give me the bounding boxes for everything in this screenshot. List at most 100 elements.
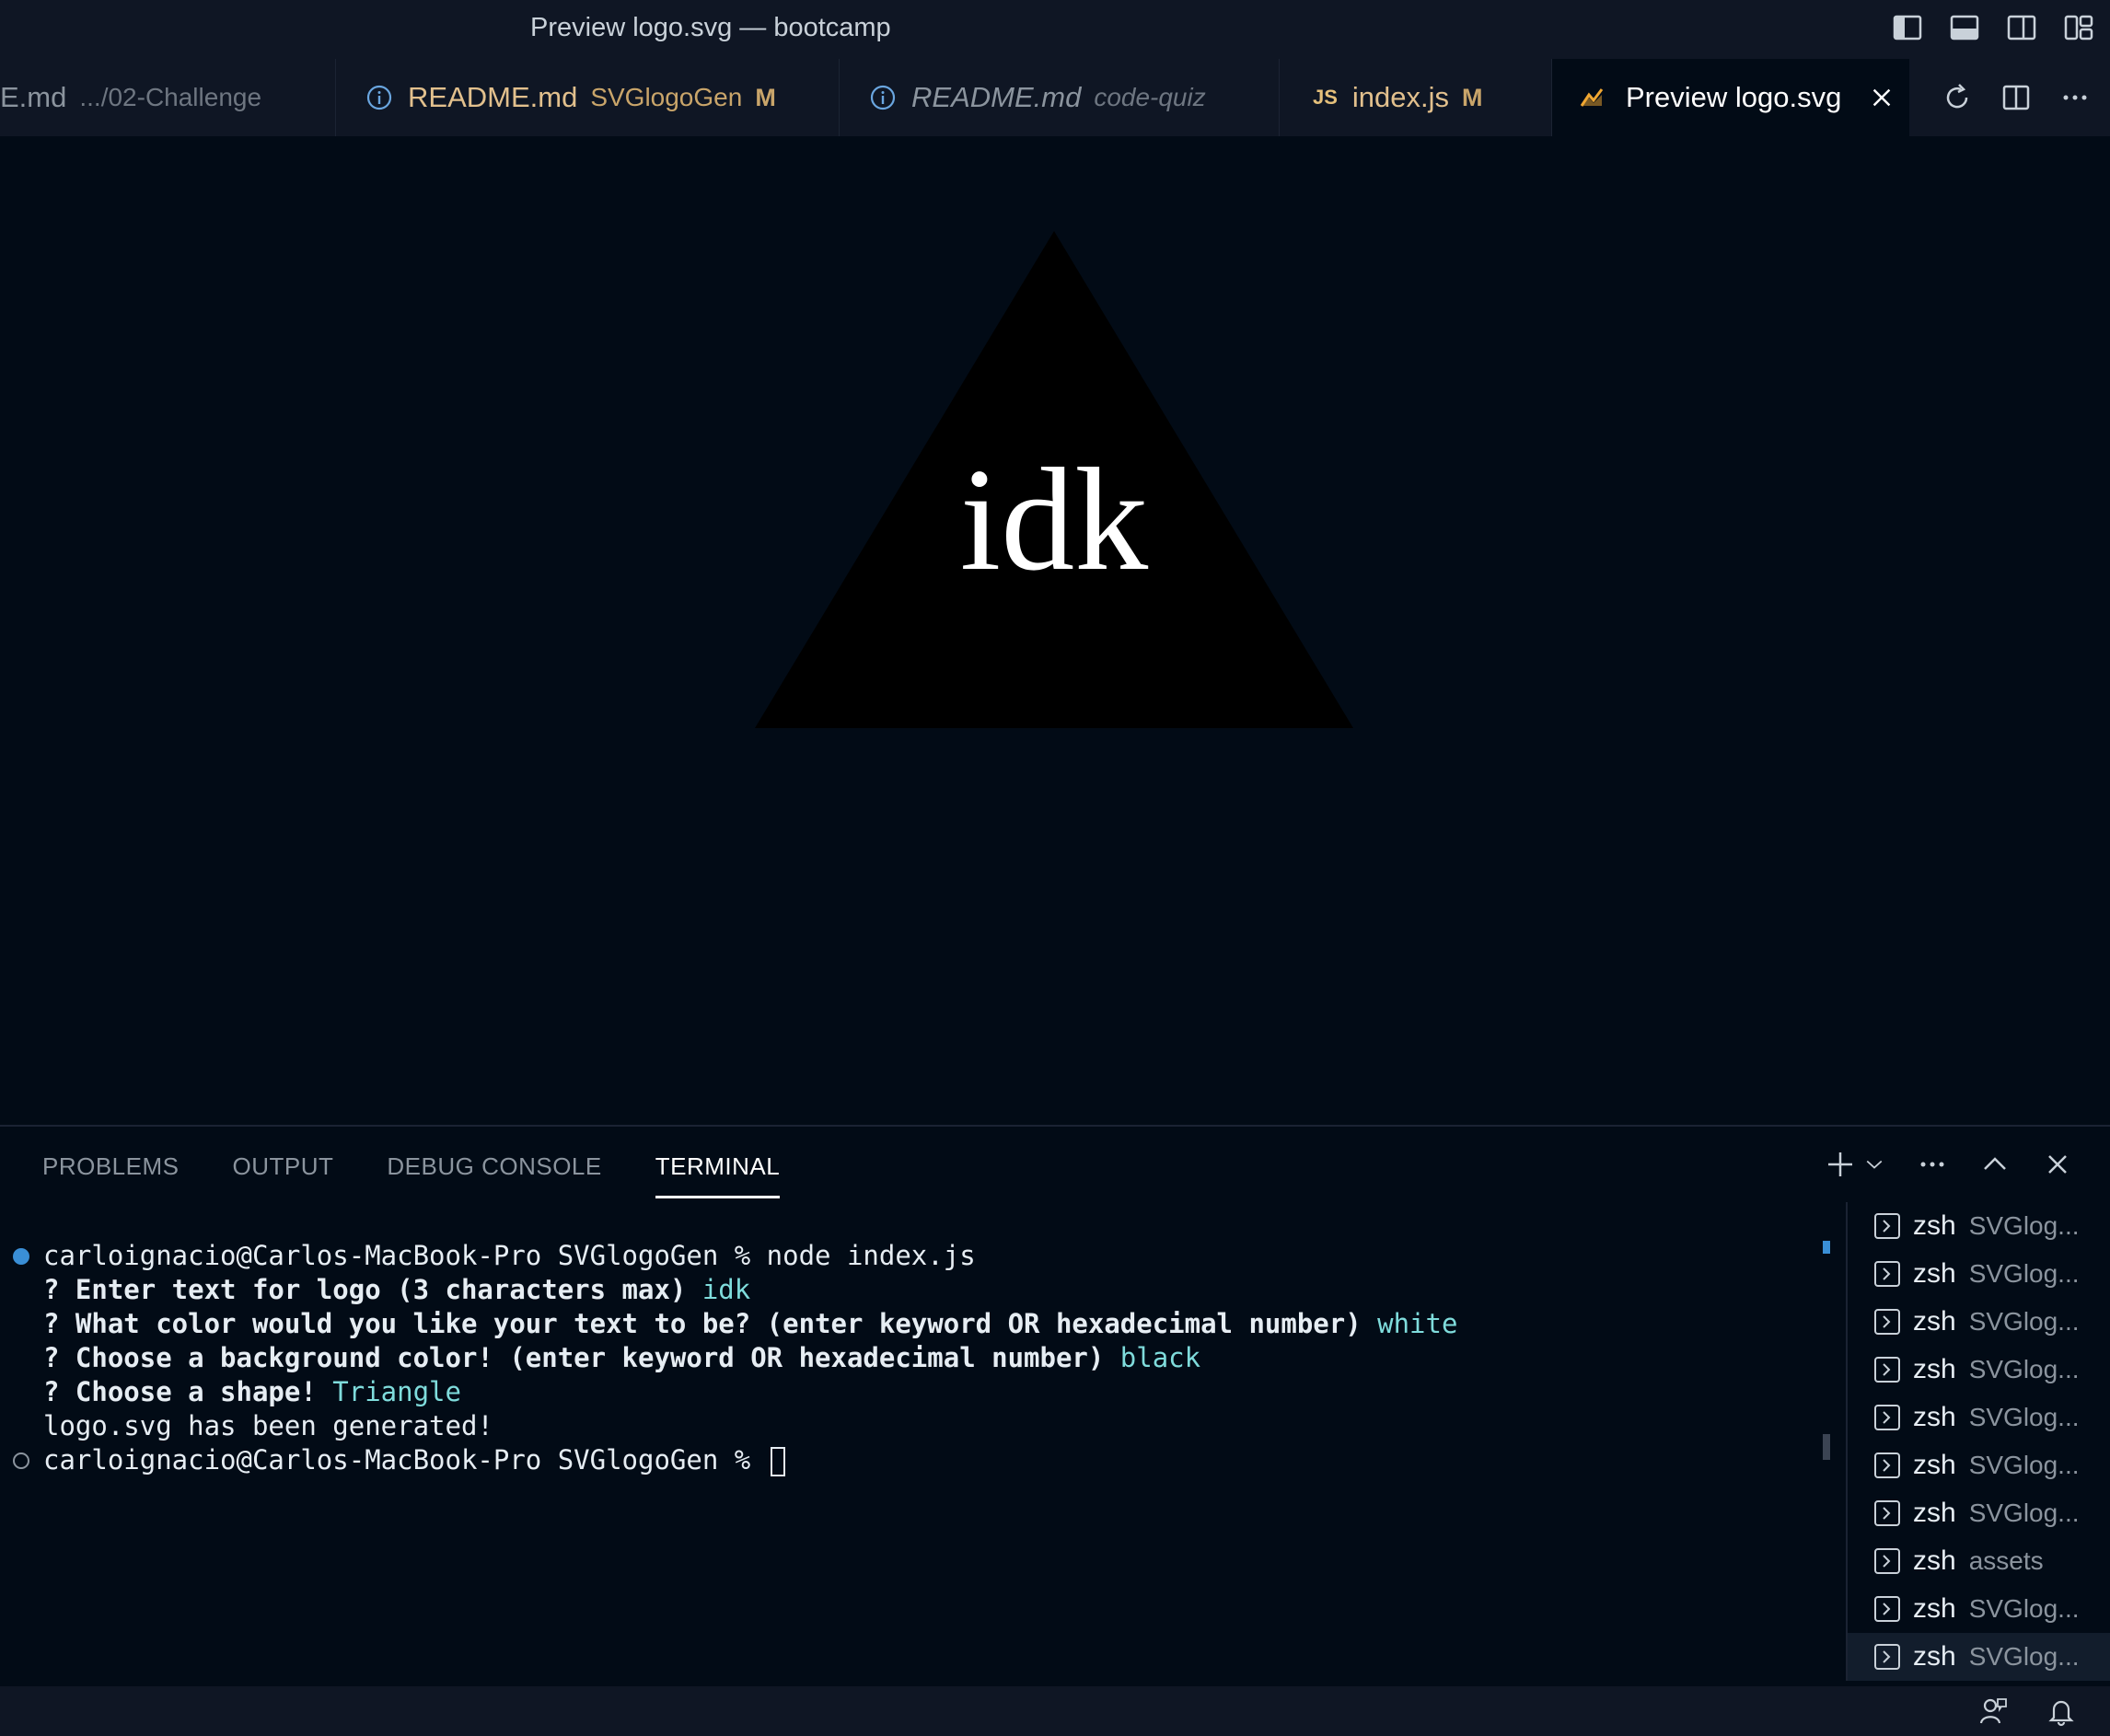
terminal-tab-item[interactable]: zsh SVGlog... — [1848, 1346, 2110, 1394]
feedback-icon[interactable] — [1977, 1695, 2009, 1727]
panel-tabs: PROBLEMS OUTPUT DEBUG CONSOLE TERMINAL — [42, 1152, 781, 1198]
tab-readme-svglogogen[interactable]: README.md SVGlogoGen M — [336, 59, 840, 136]
tab-description: .../02-Challenge — [79, 83, 262, 111]
tab-index-js[interactable]: JS index.js M — [1280, 59, 1552, 136]
vscode-window: Preview logo.svg — bootcamp E.md .../02-… — [0, 0, 2110, 1736]
tab-readme-code-quiz[interactable]: README.md code-quiz — [840, 59, 1280, 136]
refresh-icon[interactable] — [1941, 81, 1974, 114]
notifications-bell-icon[interactable] — [2046, 1695, 2077, 1727]
split-editor-icon[interactable] — [2000, 81, 2033, 114]
terminal-tab-item[interactable]: zsh SVGlog... — [1848, 1585, 2110, 1633]
terminal-cursor — [770, 1447, 785, 1476]
terminal-cwd: SVGlog... — [1968, 1259, 2080, 1288]
new-terminal-icon[interactable] — [1825, 1149, 1856, 1180]
tab-terminal[interactable]: TERMINAL — [655, 1152, 781, 1198]
window-title: Preview logo.svg — bootcamp — [530, 13, 891, 42]
js-icon: JS — [1313, 86, 1338, 109]
tab-label: Preview logo.svg — [1626, 81, 1842, 113]
close-icon[interactable] — [1869, 85, 1895, 110]
toggle-secondary-sidebar-icon[interactable] — [2005, 11, 2038, 44]
scrollbar-marker — [1823, 1241, 1830, 1254]
editor-tabs: E.md .../02-Challenge README.md SVGlogoG… — [0, 59, 2110, 136]
terminal-tab-item[interactable]: zsh assets — [1848, 1537, 2110, 1585]
status-bar-icons — [1977, 1695, 2077, 1727]
terminal-icon — [1874, 1596, 1900, 1622]
terminal-cwd: SVGlog... — [1968, 1403, 2080, 1431]
more-actions-icon[interactable] — [2058, 81, 2092, 114]
terminal-tab-item-active[interactable]: zsh SVGlog... — [1848, 1633, 2110, 1681]
terminal-name: zsh — [1913, 1258, 1956, 1289]
prompt-question: ? Choose a shape! — [43, 1376, 333, 1407]
tab-label: README.md — [911, 81, 1082, 113]
prompt-question: ? Enter text for logo (3 characters max) — [43, 1274, 702, 1305]
terminal-line: carloignacio@Carlos-MacBook-Pro SVGlogoG… — [43, 1240, 976, 1271]
terminal-icon — [1874, 1500, 1900, 1526]
terminal-line: ? Choose a background color! (enter keyw… — [43, 1342, 1200, 1373]
terminal-tab-item[interactable]: zsh SVGlog... — [1848, 1250, 2110, 1298]
layout-controls — [1891, 11, 2095, 44]
title-bar: Preview logo.svg — bootcamp — [0, 0, 2110, 59]
terminal-tab-item[interactable]: zsh SVGlog... — [1848, 1202, 2110, 1250]
command-status-pending-icon — [13, 1452, 29, 1469]
logo-text: idk — [960, 437, 1148, 601]
tab-preview-logo[interactable]: Preview logo.svg — [1552, 59, 1909, 136]
terminal-tab-item[interactable]: zsh SVGlog... — [1848, 1441, 2110, 1489]
terminal-cwd: SVGlog... — [1968, 1211, 2080, 1240]
status-bar — [0, 1686, 2110, 1736]
terminal-line: carloignacio@Carlos-MacBook-Pro SVGlogoG… — [43, 1444, 785, 1476]
terminal-tab-item[interactable]: zsh SVGlog... — [1848, 1298, 2110, 1346]
terminal-name: zsh — [1913, 1498, 1956, 1528]
terminal-line: logo.svg has been generated! — [43, 1410, 493, 1441]
more-actions-icon[interactable] — [1917, 1149, 1948, 1180]
terminal-cwd: SVGlog... — [1968, 1594, 2080, 1623]
tab-problems[interactable]: PROBLEMS — [42, 1152, 180, 1198]
bottom-panel: PROBLEMS OUTPUT DEBUG CONSOLE TERMINAL c… — [0, 1125, 2110, 1686]
editor-actions — [1941, 59, 2092, 136]
terminal-name: zsh — [1913, 1593, 1956, 1624]
terminal-output[interactable]: carloignacio@Carlos-MacBook-Pro SVGlogoG… — [0, 1209, 1841, 1670]
scrollbar-thumb[interactable] — [1823, 1434, 1830, 1460]
terminal-icon — [1874, 1357, 1900, 1383]
tab-output[interactable]: OUTPUT — [233, 1152, 334, 1198]
tab-debug-console[interactable]: DEBUG CONSOLE — [387, 1152, 601, 1198]
terminal-icon — [1874, 1548, 1900, 1574]
panel-actions — [1825, 1149, 2073, 1180]
svg-preview-area: idk — [0, 136, 2110, 1125]
terminal-tabs-list: zsh SVGlog... zsh SVGlog... zsh SVGlog..… — [1846, 1202, 2110, 1681]
info-icon — [870, 85, 896, 110]
tab-description: SVGlogoGen — [590, 83, 743, 111]
close-panel-icon[interactable] — [2042, 1149, 2073, 1180]
prompt: carloignacio@Carlos-MacBook-Pro SVGlogoG… — [43, 1444, 767, 1476]
prompt-answer: idk — [701, 1274, 751, 1305]
customize-layout-icon[interactable] — [2062, 11, 2095, 44]
terminal-cwd: SVGlog... — [1968, 1499, 2080, 1527]
terminal-icon — [1874, 1261, 1900, 1287]
command-status-success-icon — [13, 1248, 29, 1265]
terminal-icon — [1874, 1452, 1900, 1478]
terminal-line: ? Enter text for logo (3 characters max)… — [43, 1274, 750, 1305]
chevron-down-icon[interactable] — [1863, 1149, 1885, 1180]
terminal-tab-item[interactable]: zsh SVGlog... — [1848, 1394, 2110, 1441]
terminal-icon — [1874, 1644, 1900, 1670]
prompt-answer: black — [1119, 1342, 1201, 1373]
info-icon — [366, 85, 392, 110]
terminal-name: zsh — [1913, 1210, 1956, 1241]
terminal-cwd: SVGlog... — [1968, 1642, 2080, 1671]
terminal-name: zsh — [1913, 1306, 1956, 1337]
terminal-cwd: assets — [1968, 1546, 2044, 1575]
tab-label: README.md — [408, 81, 578, 113]
tab-challenge-readme[interactable]: E.md .../02-Challenge — [0, 59, 336, 136]
toggle-panel-icon[interactable] — [1948, 11, 1981, 44]
terminal-tab-item[interactable]: zsh SVGlog... — [1848, 1489, 2110, 1537]
maximize-panel-icon[interactable] — [1979, 1149, 2011, 1180]
toggle-primary-sidebar-icon[interactable] — [1891, 11, 1924, 44]
terminal-name: zsh — [1913, 1641, 1956, 1672]
prompt-question: ? Choose a background color! (enter keyw… — [43, 1342, 1120, 1373]
tab-label: E.md — [0, 81, 67, 113]
terminal-cwd: SVGlog... — [1968, 1307, 2080, 1336]
terminal-icon — [1874, 1405, 1900, 1430]
terminal-icon — [1874, 1309, 1900, 1335]
terminal-name: zsh — [1913, 1402, 1956, 1432]
logo-preview: idk — [755, 231, 1353, 728]
terminal-cwd: SVGlog... — [1968, 1451, 2080, 1479]
